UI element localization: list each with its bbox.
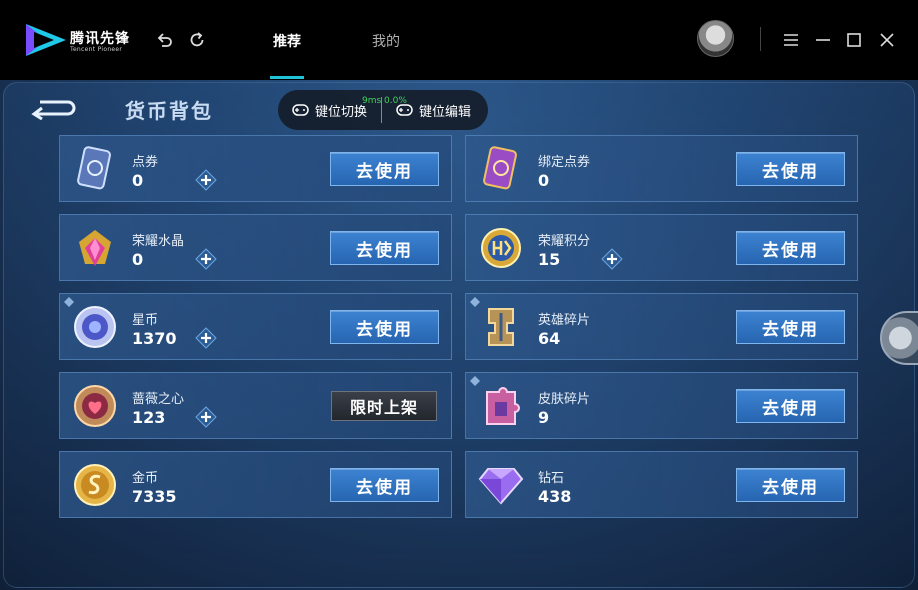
- rose-heart-icon: [70, 381, 120, 431]
- use-button[interactable]: 去使用: [736, 389, 845, 423]
- add-icon[interactable]: [195, 406, 217, 428]
- currency-value: 438: [538, 487, 572, 506]
- menu-icon[interactable]: [781, 30, 801, 50]
- currency-name: 星币: [132, 313, 159, 328]
- page-title: 货币背包: [125, 99, 213, 123]
- currency-value: 15: [538, 250, 561, 269]
- currency-value: 7335: [132, 487, 177, 506]
- currency-card-diamond: 钻石 438 去使用: [465, 451, 858, 518]
- use-button[interactable]: 去使用: [330, 310, 439, 344]
- tab-recommend[interactable]: 推荐: [273, 31, 301, 51]
- close-icon[interactable]: [877, 30, 897, 50]
- diamond-icon: [476, 460, 526, 510]
- star-coin-icon: [70, 302, 120, 352]
- currency-name: 绑定点券: [538, 155, 591, 170]
- currency-value: 0: [132, 171, 144, 190]
- currency-value: 1370: [132, 329, 177, 348]
- app-logo-icon: [26, 24, 66, 56]
- coupon-card-icon: [70, 144, 120, 194]
- back-arrow-icon[interactable]: [30, 98, 76, 120]
- currency-card-coupon: 点券 0 去使用: [59, 135, 452, 202]
- app-subtitle: Tencent Pioneer: [70, 46, 123, 53]
- titlebar-divider: [760, 27, 761, 51]
- currency-value: 0: [538, 171, 550, 190]
- add-icon[interactable]: [601, 248, 623, 270]
- currency-card-star-coin: 星币 1370 去使用: [59, 293, 452, 360]
- currency-name: 钻石: [538, 471, 565, 486]
- currency-card-rose-heart: 蔷薇之心 123 限时上架: [59, 372, 452, 439]
- gamepad-icon: [292, 104, 309, 116]
- currency-name: 英雄碎片: [538, 313, 591, 328]
- currency-card-bound-coupon: 绑定点券 0 去使用: [465, 135, 858, 202]
- undo-icon[interactable]: [155, 30, 175, 50]
- use-button[interactable]: 去使用: [330, 468, 439, 502]
- currency-name: 皮肤碎片: [538, 392, 591, 407]
- keymap-switch-label: 键位切换: [315, 104, 368, 120]
- currency-value: 123: [132, 408, 166, 427]
- use-button[interactable]: 去使用: [330, 152, 439, 186]
- currency-card-gold-coin: 金币 7335 去使用: [59, 451, 452, 518]
- currency-value: 9: [538, 408, 550, 427]
- active-tab-indicator: [270, 76, 304, 79]
- refresh-icon[interactable]: [187, 30, 207, 50]
- currency-name: 蔷薇之心: [132, 392, 185, 407]
- use-button[interactable]: 去使用: [330, 231, 439, 265]
- add-icon[interactable]: [195, 169, 217, 191]
- use-button[interactable]: 去使用: [736, 468, 845, 502]
- currency-name: 荣耀水晶: [132, 234, 185, 249]
- currency-card-skin-fragment: 皮肤碎片 9 去使用: [465, 372, 858, 439]
- app-name: 腾讯先锋: [70, 31, 130, 47]
- game-viewport: 货币背包 键位切换 键位编辑 9ms 0.0% 点券 0 去使用 绑定点券 0 …: [0, 80, 918, 590]
- hero-fragment-icon: [476, 302, 526, 352]
- glory-crystal-icon: [70, 223, 120, 273]
- limited-time-badge: 限时上架: [331, 391, 437, 421]
- use-button[interactable]: 去使用: [736, 231, 845, 265]
- maximize-icon[interactable]: [844, 30, 864, 50]
- skin-fragment-icon: [476, 381, 526, 431]
- title-bar: 腾讯先锋 Tencent Pioneer 推荐 我的: [0, 0, 918, 80]
- keymap-edit-label: 键位编辑: [419, 104, 472, 120]
- add-icon[interactable]: [195, 327, 217, 349]
- bound-coupon-card-icon: [476, 144, 526, 194]
- gold-coin-icon: [70, 460, 120, 510]
- currency-value: 0: [132, 250, 144, 269]
- glory-points-icon: [476, 223, 526, 273]
- minimize-icon[interactable]: [813, 30, 833, 50]
- currency-name: 金币: [132, 471, 159, 486]
- add-icon[interactable]: [195, 248, 217, 270]
- network-ping: 9ms 0.0%: [362, 96, 407, 106]
- use-button[interactable]: 去使用: [736, 152, 845, 186]
- user-avatar[interactable]: [697, 20, 734, 57]
- tab-mine[interactable]: 我的: [372, 31, 400, 51]
- currency-name: 荣耀积分: [538, 234, 591, 249]
- currency-card-hero-fragment: 英雄碎片 64 去使用: [465, 293, 858, 360]
- currency-value: 64: [538, 329, 561, 348]
- use-button[interactable]: 去使用: [736, 310, 845, 344]
- currency-name: 点券: [132, 155, 159, 170]
- currency-card-glory-points: 荣耀积分 15 去使用: [465, 214, 858, 281]
- currency-card-glory-crystal: 荣耀水晶 0 去使用: [59, 214, 452, 281]
